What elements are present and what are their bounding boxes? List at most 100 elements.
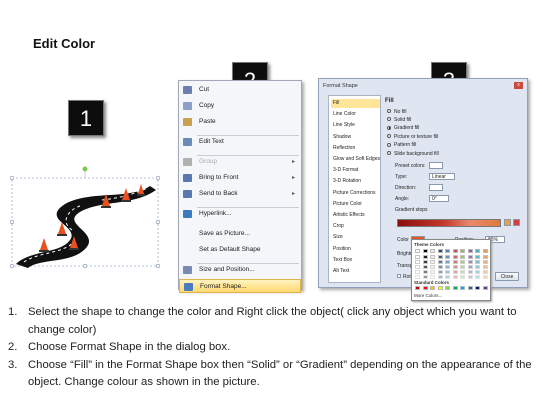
theme-color-swatch[interactable] bbox=[482, 255, 488, 260]
theme-color-swatch[interactable] bbox=[452, 264, 458, 269]
theme-color-swatch[interactable] bbox=[482, 249, 488, 253]
menu-item-group[interactable]: Group ▸ bbox=[179, 155, 301, 169]
theme-color-swatch[interactable] bbox=[422, 260, 428, 265]
category-item[interactable]: Artistic Effects bbox=[331, 211, 380, 220]
theme-color-swatch[interactable] bbox=[415, 264, 420, 269]
theme-color-swatch[interactable] bbox=[415, 255, 420, 260]
category-item[interactable]: Position bbox=[331, 245, 380, 254]
theme-color-swatch[interactable] bbox=[460, 249, 465, 253]
theme-color-swatch[interactable] bbox=[430, 264, 435, 269]
angle-input[interactable]: 0° bbox=[429, 195, 449, 202]
theme-color-swatch[interactable] bbox=[467, 274, 473, 279]
theme-color-swatch[interactable] bbox=[467, 249, 473, 253]
menu-item-cut[interactable]: Cut bbox=[179, 83, 301, 97]
theme-color-swatch[interactable] bbox=[475, 264, 480, 269]
theme-color-swatch[interactable] bbox=[437, 269, 443, 274]
more-colors-link[interactable]: More Colors... bbox=[414, 293, 442, 298]
theme-color-swatch[interactable] bbox=[460, 269, 465, 274]
category-item[interactable]: Size bbox=[331, 233, 380, 242]
theme-color-swatch[interactable] bbox=[445, 255, 450, 260]
theme-color-swatch[interactable] bbox=[460, 264, 465, 269]
theme-color-swatch[interactable] bbox=[415, 249, 420, 253]
menu-item-set-as-default-shape[interactable]: Set as Default Shape bbox=[179, 243, 301, 257]
direction-button[interactable] bbox=[429, 184, 443, 191]
theme-color-swatch[interactable] bbox=[445, 274, 450, 279]
category-item[interactable]: 3-D Rotation bbox=[331, 177, 380, 186]
category-item[interactable]: 3-D Format bbox=[331, 166, 380, 175]
menu-item-bring-to-front[interactable]: Bring to Front ▸ bbox=[179, 171, 301, 185]
menu-item-size-and-position[interactable]: Size and Position... bbox=[179, 263, 301, 277]
category-item[interactable]: Crop bbox=[331, 222, 380, 231]
theme-color-swatch[interactable] bbox=[467, 269, 473, 274]
category-item[interactable]: Picture Color bbox=[331, 200, 380, 209]
theme-color-swatch[interactable] bbox=[482, 274, 488, 279]
standard-color-swatch[interactable] bbox=[460, 286, 465, 290]
theme-color-swatch[interactable] bbox=[430, 255, 435, 260]
theme-color-swatch[interactable] bbox=[482, 260, 488, 265]
theme-color-swatch[interactable] bbox=[475, 260, 480, 265]
fill-option-radio[interactable] bbox=[387, 151, 391, 155]
theme-color-swatch[interactable] bbox=[460, 260, 465, 265]
theme-color-swatch[interactable] bbox=[437, 260, 443, 265]
category-item[interactable]: Text Box bbox=[331, 256, 380, 265]
theme-color-swatch[interactable] bbox=[430, 260, 435, 265]
category-item[interactable]: Line Color bbox=[331, 110, 380, 119]
theme-color-swatch[interactable] bbox=[452, 260, 458, 265]
category-item[interactable]: Glow and Soft Edges bbox=[331, 155, 380, 164]
theme-color-swatch[interactable] bbox=[467, 260, 473, 265]
menu-item-copy[interactable]: Copy bbox=[179, 99, 301, 113]
theme-color-swatch[interactable] bbox=[415, 269, 420, 274]
standard-color-swatch[interactable] bbox=[475, 286, 480, 290]
standard-color-swatch[interactable] bbox=[452, 286, 458, 290]
standard-color-swatch[interactable] bbox=[467, 286, 473, 290]
rotate-checkbox[interactable] bbox=[397, 274, 401, 278]
theme-color-swatch[interactable] bbox=[475, 249, 480, 253]
theme-color-swatch[interactable] bbox=[437, 264, 443, 269]
menu-item-format-shape[interactable]: Format Shape... bbox=[179, 279, 301, 293]
standard-color-swatch[interactable] bbox=[415, 286, 420, 290]
theme-color-swatch[interactable] bbox=[437, 255, 443, 260]
theme-color-swatch[interactable] bbox=[422, 249, 428, 253]
theme-color-swatch[interactable] bbox=[422, 255, 428, 260]
theme-color-swatch[interactable] bbox=[452, 249, 458, 253]
theme-color-swatch[interactable] bbox=[467, 255, 473, 260]
theme-color-swatch[interactable] bbox=[430, 274, 435, 279]
theme-color-swatch[interactable] bbox=[482, 269, 488, 274]
standard-color-swatch[interactable] bbox=[445, 286, 450, 290]
menu-item-send-to-back[interactable]: Send to Back ▸ bbox=[179, 187, 301, 201]
theme-color-swatch[interactable] bbox=[422, 264, 428, 269]
theme-color-swatch[interactable] bbox=[422, 269, 428, 274]
category-item[interactable]: Fill bbox=[331, 99, 380, 108]
fill-option-radio[interactable] bbox=[387, 109, 391, 113]
theme-color-swatch[interactable] bbox=[460, 255, 465, 260]
road-shape[interactable] bbox=[9, 160, 161, 270]
theme-color-swatch[interactable] bbox=[437, 249, 443, 253]
fill-option-radio[interactable] bbox=[387, 142, 391, 147]
standard-color-swatch[interactable] bbox=[482, 286, 488, 290]
theme-color-swatch[interactable] bbox=[430, 249, 435, 253]
menu-item-save-as-picture[interactable]: Save as Picture... bbox=[179, 227, 301, 241]
gradient-stops-bar[interactable] bbox=[397, 219, 501, 227]
fill-option-radio[interactable] bbox=[387, 117, 391, 122]
theme-color-swatch[interactable] bbox=[452, 274, 458, 279]
theme-color-swatch[interactable] bbox=[475, 255, 480, 260]
standard-color-swatch[interactable] bbox=[422, 286, 428, 290]
theme-color-swatch[interactable] bbox=[415, 274, 420, 279]
theme-color-swatch[interactable] bbox=[482, 264, 488, 269]
theme-color-swatch[interactable] bbox=[415, 260, 420, 265]
theme-color-swatch[interactable] bbox=[452, 269, 458, 274]
theme-color-swatch[interactable] bbox=[445, 260, 450, 265]
fill-option-radio[interactable] bbox=[387, 134, 391, 139]
close-button[interactable]: Close bbox=[495, 272, 519, 281]
theme-color-swatch[interactable] bbox=[422, 274, 428, 279]
category-item[interactable]: Line Style bbox=[331, 121, 380, 130]
menu-item-edit-text[interactable]: Edit Text bbox=[179, 135, 301, 149]
preset-colors-button[interactable] bbox=[429, 162, 443, 169]
theme-color-swatch[interactable] bbox=[475, 269, 480, 274]
remove-stop-icon[interactable] bbox=[513, 219, 520, 226]
add-stop-icon[interactable] bbox=[504, 219, 511, 226]
category-item[interactable]: Alt Text bbox=[331, 267, 380, 276]
theme-color-swatch[interactable] bbox=[452, 255, 458, 260]
standard-color-swatch[interactable] bbox=[430, 286, 435, 290]
theme-color-swatch[interactable] bbox=[475, 274, 480, 279]
